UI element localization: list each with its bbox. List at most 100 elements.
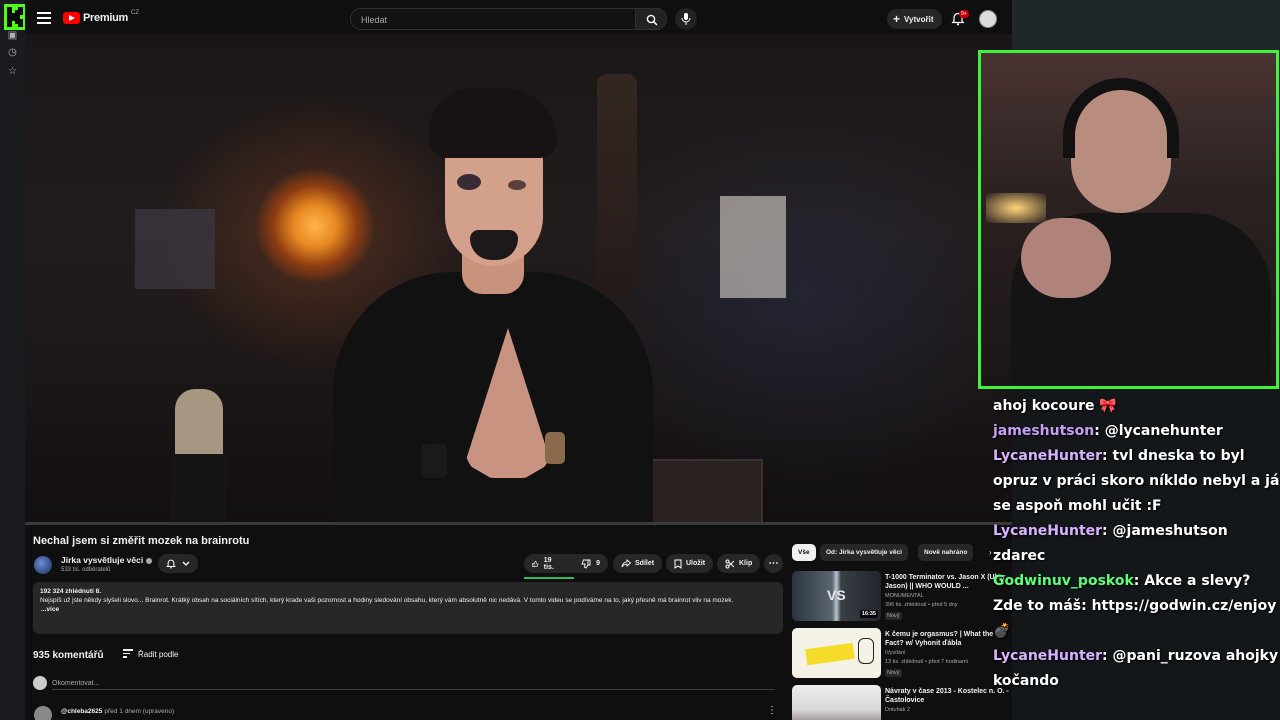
dislike-count: 9 [596,560,601,567]
recommendation-thumbnail[interactable] [792,685,881,720]
background-amplifier [643,459,763,525]
webcam-background-light [986,193,1046,223]
chat-message: Godwinuv_poskok: Akce a slevy? Zde to má… [993,569,1280,644]
recommendation-title[interactable]: T-1000 Terminator vs. Jason X (Uber Jaso… [885,573,1010,591]
dislike-button[interactable]: 9 [573,554,608,573]
recommendation-channel[interactable]: iVysílání [885,650,906,656]
presenter-watch [545,432,565,464]
youtube-logo[interactable]: Premium CZ [63,10,139,24]
share-arrow-icon [621,559,631,568]
chat-username: Godwinuv_poskok [993,573,1134,589]
chat-username: LycaneHunter [993,648,1103,664]
chip-recently-uploaded[interactable]: Nově nahráno [918,544,974,561]
recommendation-thumbnail[interactable]: VS 16:35 [792,571,881,621]
comment-author[interactable]: @chleba2625 [61,708,102,715]
chat-text: : @lycanehunter [1094,423,1223,439]
chevron-right-icon[interactable]: › [989,548,992,557]
create-label: Vytvořit [904,14,934,24]
bell-icon [166,559,176,569]
channel-name-row[interactable]: Jirka vysvětluje věci [61,555,153,565]
plus-icon: + [893,12,901,26]
new-badge: Nový [885,612,902,620]
streamer-hands [1021,218,1111,298]
thumbnail-banner [805,642,855,666]
recommendation-item[interactable]: K čemu je orgasmus? | What the Fact? w/ … [792,628,1010,680]
save-label: Uložit [686,560,706,567]
recommendation-title[interactable]: K čemu je orgasmus? | What the Fact? w/ … [885,630,1010,648]
video-progress-bar[interactable] [25,522,1012,525]
description-more-link[interactable]: ...více [41,606,59,613]
search-input[interactable] [361,13,601,27]
kick-logo-icon[interactable] [4,4,27,30]
video-player[interactable] [25,34,1012,525]
comment-author-avatar[interactable] [34,706,52,720]
star-icon[interactable]: ☆ [7,66,18,77]
description-stats: 192 324 zhlédnutí 8. [40,588,102,595]
chat-message: jameshutson: @lycanehunter [993,419,1280,444]
channel-name[interactable]: Jirka vysvětluje věci [61,555,143,565]
chip-all[interactable]: Vše [792,544,816,561]
subscription-notifications-button[interactable] [158,554,198,573]
scissors-icon [725,559,735,568]
vs-graphic: VS [827,587,846,603]
screen: ▣ ◷ ☆ Premium CZ + Vytvořit [0,0,1280,720]
channel-avatar[interactable] [34,556,52,574]
search-button[interactable] [635,8,667,30]
sort-comments-button[interactable]: Řadit podle [123,649,178,660]
recommendation-channel[interactable]: Dotuhak 2 [885,707,910,713]
chat-text: ahoj kocoure 🎀 [993,398,1117,414]
like-button[interactable]: 19 tis. [524,554,565,573]
account-avatar[interactable] [979,10,997,28]
like-count: 19 tis. [543,556,554,571]
clip-button[interactable]: Klip [717,554,761,573]
comment-more-icon[interactable]: ⋮ [767,705,777,716]
share-label: Sdílet [635,560,655,567]
add-comment-input[interactable] [52,678,775,690]
clip-label: Klip [739,560,753,567]
sort-icon [123,649,133,660]
bookmark-icon [674,559,682,569]
headset [1063,78,1179,158]
user-avatar [33,676,47,690]
kick-sidebar: ▣ ◷ ☆ [0,0,27,720]
create-button[interactable]: + Vytvořit [887,9,942,29]
chip-from-channel[interactable]: Od: Jirka vysvětluje věci [820,544,908,561]
youtube-region-code: CZ [130,10,139,16]
chat-username: jameshutson [993,423,1095,439]
history-icon[interactable]: ◷ [7,47,18,58]
video-title: Nechal jsem si změřit mozek na brainrotu [33,535,250,547]
hamburger-menu-icon[interactable] [37,12,51,24]
recommendation-title[interactable]: Návraty v čase 2013 - Kostelec n. O. - Č… [885,687,1010,705]
comment-time[interactable]: před 1 dnem (upraveno) [104,708,174,715]
following-icon[interactable]: ▣ [7,30,18,41]
recommendation-item[interactable]: VS 16:35 T-1000 Terminator vs. Jason X (… [792,571,1010,623]
recommendation-item[interactable]: Návraty v čase 2013 - Kostelec n. O. - Č… [792,685,1010,720]
background-guitar [597,74,637,294]
chevron-down-icon [182,561,190,566]
presenter-eye [457,174,481,190]
share-button[interactable]: Sdílet [613,554,663,573]
comments-count: 935 komentářů [33,650,104,661]
verified-check-icon [146,557,153,564]
chat-username: LycaneHunter [993,448,1103,464]
chat-message: LycaneHunter: @pani_ruzova ahojky kočand… [993,644,1280,694]
chat-message: LycaneHunter: @jameshutson zdarec [993,519,1280,569]
recommendation-meta: 396 tis. zhlédnutí • před 5 dny [885,602,958,608]
description-box[interactable]: 192 324 zhlédnutí 8. Nejspíš už jste něk… [33,582,783,634]
chat-username: LycaneHunter [993,523,1103,539]
chat-message: LycaneHunter: tvl dneska to byl opruz v … [993,444,1280,519]
more-actions-button[interactable]: ⋯ [764,554,783,573]
channel-subscriber-count: 533 tis. odběratelů [61,567,111,573]
save-button[interactable]: Uložit [666,554,714,573]
new-badge: Nový [885,669,902,677]
recommendation-channel[interactable]: MONUMENTAL [885,593,924,599]
microphone-stand [171,454,227,525]
recommendation-meta: 13 tis. zhlédnutí • před 7 hodinami [885,659,968,665]
voice-search-button[interactable] [675,8,697,30]
presenter-watch [421,444,447,478]
presenter-hair [429,88,557,158]
youtube-page: Premium CZ + Vytvořit 9 + [25,0,1012,720]
recommendation-thumbnail[interactable] [792,628,881,678]
presenter-eye [508,180,526,190]
video-duration: 16:35 [859,610,878,618]
